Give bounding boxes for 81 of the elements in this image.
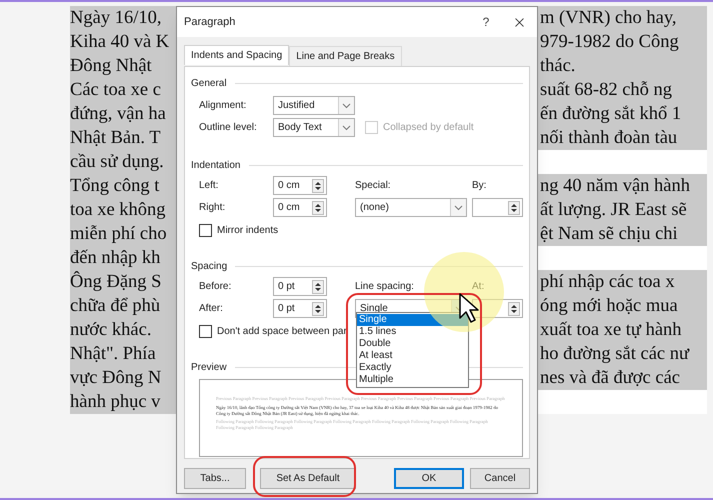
dropdown-option[interactable]: Single	[357, 314, 468, 326]
spinner-arrows-icon[interactable]	[312, 200, 324, 214]
checkbox[interactable]	[199, 325, 212, 338]
document-text: Ông Đặng S	[70, 270, 176, 294]
dropdown-option[interactable]: 1.5 lines	[357, 326, 468, 338]
document-text: Nhật". Phía	[70, 342, 176, 366]
document-text: ệt Nam sẽ chịu chi	[538, 222, 707, 246]
spinner-arrows-icon[interactable]	[312, 280, 324, 294]
field-label: Special:	[355, 179, 391, 193]
document-text: Ngày 16/10,	[70, 6, 176, 30]
document-text: hành phục v	[70, 390, 176, 414]
document-text: Kiha 40 và K	[70, 30, 176, 54]
dropdown[interactable]: (none)	[355, 198, 467, 217]
dropdown[interactable]: Body Text	[273, 118, 355, 137]
dropdown[interactable]: Justified	[273, 96, 355, 115]
document-text: m (VNR) cho hay,	[538, 6, 707, 30]
group-heading: Preview	[191, 360, 227, 374]
group-heading: Indentation	[191, 158, 240, 172]
document-text: ất lượng. JR East sẽ	[538, 198, 707, 222]
document-text: đến nhập kh	[70, 246, 176, 270]
document-text: chữa để phù	[70, 294, 176, 318]
dialog-button[interactable]: Tabs...	[184, 468, 246, 489]
document-text: Đông Nhật	[70, 54, 176, 78]
document-text: nước khác.	[70, 318, 176, 342]
document-text: phí nhập các toa x	[538, 270, 707, 294]
document-text: đứng, vận ha	[70, 102, 176, 126]
field-label: Line spacing:	[355, 280, 414, 294]
chevron-down-icon	[342, 124, 351, 130]
document-text: ng 40 năm vận hành	[538, 174, 707, 198]
document-text: nes và đã được các	[538, 366, 707, 390]
spinner-arrows-icon[interactable]	[312, 178, 324, 192]
document-text: cầu sử dụng.	[70, 150, 176, 174]
field-label: At:	[472, 280, 484, 294]
spin-field[interactable]: 0 cm	[273, 198, 327, 217]
spin-field[interactable]: 0 cm	[273, 176, 327, 195]
field-label: Alignment:	[199, 99, 248, 113]
field-label: Left:	[199, 179, 220, 193]
dropdown-option[interactable]: At least	[357, 350, 468, 362]
tab[interactable]: Indents and Spacing	[184, 45, 290, 65]
chevron-down-icon	[342, 102, 351, 108]
field-label: Before:	[199, 280, 232, 294]
spinner-arrows-icon[interactable]	[508, 302, 520, 316]
spin-field[interactable]	[472, 198, 523, 217]
spinner-arrows-icon[interactable]	[508, 200, 520, 214]
document-text: xuất toa xe tự hành	[538, 318, 707, 342]
document-text: toa xe không	[70, 198, 176, 222]
document-text: thác.	[538, 54, 707, 78]
field-label: Outline level:	[199, 121, 258, 135]
document-text: 979-1982 do Công	[538, 30, 707, 54]
field-label: After:	[199, 302, 224, 316]
window-title: Paragraph	[184, 14, 236, 30]
document-text: óng mới hoặc mua	[538, 294, 707, 318]
group-heading: Spacing	[191, 260, 228, 274]
document-text: vực Đông N	[70, 366, 176, 390]
document-text: ho đường sắt các nư	[538, 342, 707, 366]
checkbox-label: Collapsed by default	[383, 121, 474, 135]
dialog-button[interactable]: Cancel	[470, 468, 530, 489]
spinner-arrows-icon[interactable]	[312, 302, 324, 316]
help-button[interactable]: ?	[471, 13, 501, 31]
field-label: Right:	[199, 201, 226, 215]
document-text: nối thành đoàn tàu	[538, 126, 707, 150]
spin-field[interactable]: 0 pt	[273, 299, 327, 318]
field-label: By:	[472, 179, 486, 193]
tab[interactable]: Line and Page Breaks	[289, 46, 402, 66]
chevron-down-icon	[454, 204, 463, 210]
dropdown-option[interactable]: Multiple	[357, 374, 468, 386]
dialog-button[interactable]: OK	[394, 468, 464, 489]
checkbox-label: Mirror indents	[217, 224, 278, 238]
document-text: Nhật Bản. T	[70, 126, 176, 150]
document-text: suất 68-82 chỗ ng	[538, 78, 707, 102]
document-text: Các toa xe c	[70, 78, 176, 102]
dropdown-option[interactable]: Double	[357, 338, 468, 350]
dropdown-option[interactable]: Exactly	[357, 362, 468, 374]
document-text: ến đường sắt khổ 1	[538, 102, 707, 126]
document-text: miễn phí cho	[70, 222, 176, 246]
document-text: Tổng công t	[70, 174, 176, 198]
dialog-button[interactable]: Set As Default	[260, 468, 356, 489]
spin-field[interactable]: 0 pt	[273, 277, 327, 296]
checkbox-label: Don't add space between par	[217, 325, 347, 339]
checkbox[interactable]	[199, 224, 212, 237]
group-heading: General	[191, 76, 227, 90]
